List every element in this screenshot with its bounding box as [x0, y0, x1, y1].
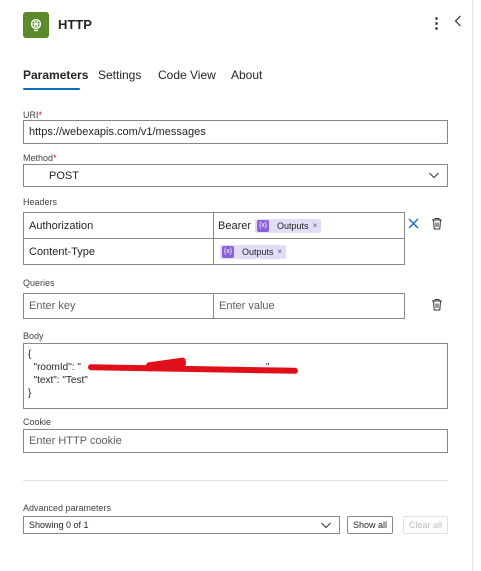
uri-label: URI* [23, 110, 43, 120]
outputs-token-label: Outputs [242, 246, 274, 257]
headers-label: Headers [23, 197, 58, 207]
method-dropdown[interactable]: POST [23, 164, 448, 187]
header-key-content-type[interactable]: Content-Type [23, 238, 214, 265]
body-label: Body [23, 331, 44, 341]
tab-parameters[interactable]: Parameters [23, 68, 88, 82]
delete-icon[interactable] [431, 298, 443, 316]
chevron-down-icon [320, 519, 332, 533]
close-icon[interactable] [408, 216, 419, 232]
expression-icon: {x} [222, 245, 234, 258]
query-key-input[interactable]: Enter key [23, 293, 214, 319]
body-editor[interactable]: { "roomId": "", "text": "Test" } [23, 343, 448, 409]
action-title: HTTP [58, 17, 92, 32]
queries-label: Queries [23, 278, 55, 288]
outputs-token[interactable]: {x} Outputs × [255, 218, 322, 233]
advanced-parameters-label: Advanced parameters [23, 503, 112, 513]
expression-icon: {x} [257, 219, 270, 232]
token-remove-icon[interactable]: × [313, 221, 318, 230]
advanced-parameters-dropdown[interactable]: Showing 0 of 1 [23, 516, 340, 534]
method-value: POST [49, 169, 79, 182]
tab-code-view[interactable]: Code View [158, 68, 216, 82]
chevron-down-icon [428, 169, 440, 184]
show-all-button[interactable]: Show all [347, 516, 393, 534]
section-divider [23, 480, 448, 481]
bearer-text: Bearer [218, 219, 252, 232]
body-line: { [28, 349, 32, 360]
globe-icon [23, 12, 49, 38]
advanced-dropdown-value: Showing 0 of 1 [29, 520, 89, 530]
body-line: } [28, 388, 32, 399]
tab-settings[interactable]: Settings [98, 68, 141, 82]
header-key-authorization[interactable]: Authorization [23, 212, 214, 239]
outputs-token[interactable]: {x} Outputs × [220, 244, 287, 259]
uri-input[interactable]: https://webexapis.com/v1/messages [23, 120, 448, 144]
header-value-content-type[interactable]: {x} Outputs × [213, 238, 405, 265]
cookie-label: Cookie [23, 417, 52, 427]
panel-border [472, 0, 473, 571]
delete-icon[interactable] [431, 217, 443, 235]
chevron-left-icon[interactable] [454, 14, 462, 32]
tab-about[interactable]: About [231, 68, 262, 82]
outputs-token-label: Outputs [277, 220, 309, 231]
method-label: Method* [23, 153, 57, 163]
active-tab-indicator [23, 88, 80, 90]
header-value-authorization[interactable]: Bearer {x} Outputs × [213, 212, 405, 239]
query-value-input[interactable]: Enter value [213, 293, 405, 319]
cookie-input[interactable]: Enter HTTP cookie [23, 429, 448, 453]
body-line: "text": "Test" [28, 375, 88, 386]
token-remove-icon[interactable]: × [278, 247, 283, 256]
more-options-icon[interactable]: ⋮ [429, 14, 444, 32]
clear-all-button[interactable]: Clear all [403, 516, 448, 534]
